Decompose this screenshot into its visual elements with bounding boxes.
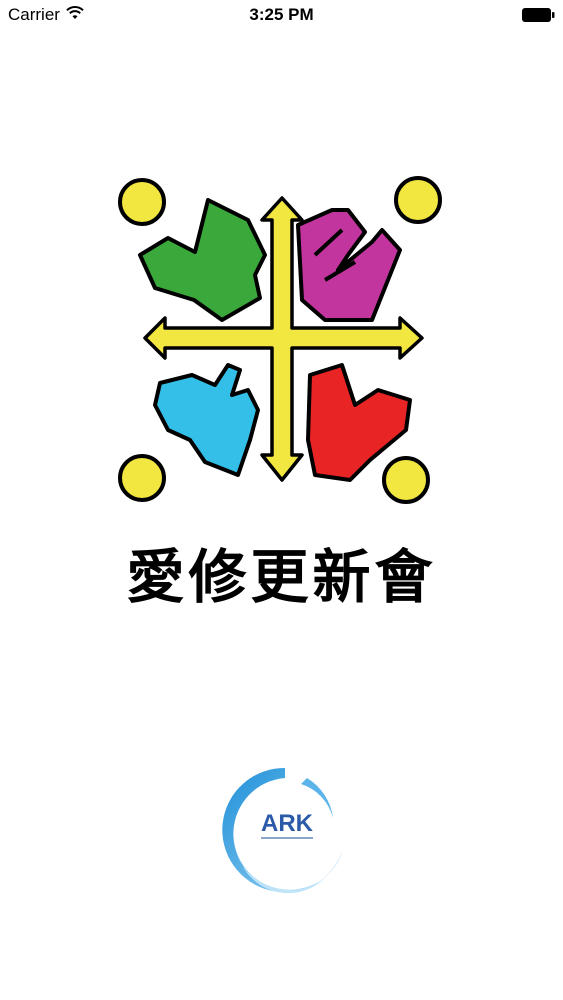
organization-logo-icon — [110, 170, 450, 515]
status-time: 3:25 PM — [249, 5, 314, 24]
battery-icon — [521, 7, 555, 28]
organization-name: 愛修更新會 — [126, 543, 437, 611]
status-bar: Carrier 3:25 PM — [0, 0, 563, 30]
ark-logo-icon: ARK — [215, 760, 355, 905]
ark-logo-text: ARK — [261, 810, 314, 837]
